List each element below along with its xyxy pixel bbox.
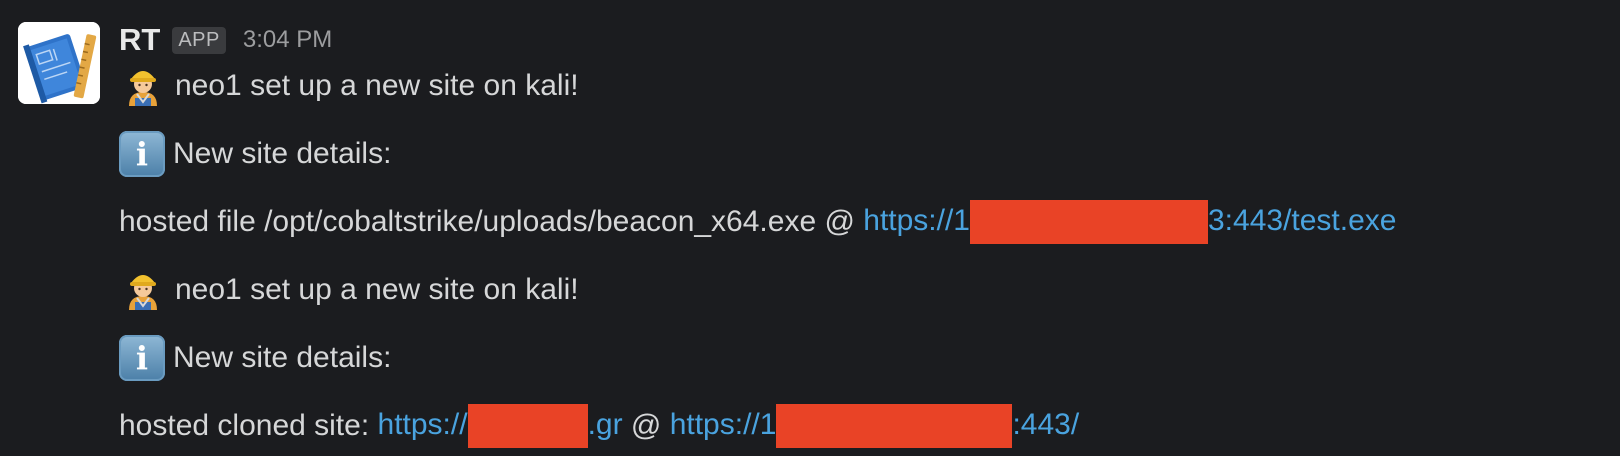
line-text: neo1 set up a new site on kali! bbox=[175, 273, 579, 306]
link-end: 3:443/test.exe bbox=[1208, 203, 1397, 237]
link-start: https:// bbox=[377, 407, 468, 441]
message-line: i New site details: bbox=[119, 130, 1600, 178]
server-link[interactable]: https://1 :443/ bbox=[670, 404, 1079, 448]
chat-message: RT APP 3:04 PM neo1 set up a new site on… bbox=[0, 0, 1620, 456]
sender-name[interactable]: RT bbox=[119, 22, 160, 58]
hosted-file-link[interactable]: https://1 3:443/test.exe bbox=[863, 200, 1396, 244]
message-header: RT APP 3:04 PM bbox=[119, 18, 1600, 62]
message-line: neo1 set up a new site on kali! bbox=[119, 266, 1600, 314]
information-icon: i bbox=[119, 335, 165, 381]
blueprint-icon bbox=[18, 22, 100, 104]
construction-worker-icon bbox=[129, 275, 157, 310]
link-start: https://1 bbox=[669, 407, 777, 441]
line-prefix: hosted file /opt/cobaltstrike/uploads/be… bbox=[119, 205, 864, 238]
link-start: https://1 bbox=[863, 203, 970, 237]
line-text: New site details: bbox=[173, 341, 392, 374]
redaction-box bbox=[970, 200, 1208, 244]
message-line: i New site details: bbox=[119, 334, 1600, 382]
line-prefix: hosted cloned site: bbox=[119, 409, 378, 442]
separator: @ bbox=[622, 409, 670, 442]
line-text: neo1 set up a new site on kali! bbox=[175, 69, 579, 102]
redaction-box bbox=[467, 404, 588, 448]
message-line: hosted cloned site: https:// .gr @ https:… bbox=[119, 402, 1600, 450]
timestamp[interactable]: 3:04 PM bbox=[243, 26, 332, 54]
app-badge: APP bbox=[172, 26, 226, 54]
information-icon: i bbox=[119, 131, 165, 177]
cloned-site-link[interactable]: https:// .gr bbox=[378, 404, 623, 448]
message-content: RT APP 3:04 PM neo1 set up a new site on… bbox=[119, 18, 1600, 450]
link-end: .gr bbox=[587, 407, 623, 441]
app-avatar[interactable] bbox=[18, 22, 100, 104]
message-line: neo1 set up a new site on kali! bbox=[119, 62, 1600, 110]
line-text: New site details: bbox=[173, 137, 392, 170]
redaction-box bbox=[776, 404, 1013, 448]
link-end: :443/ bbox=[1012, 407, 1080, 441]
construction-worker-icon bbox=[129, 71, 157, 106]
message-line: hosted file /opt/cobaltstrike/uploads/be… bbox=[119, 198, 1600, 246]
